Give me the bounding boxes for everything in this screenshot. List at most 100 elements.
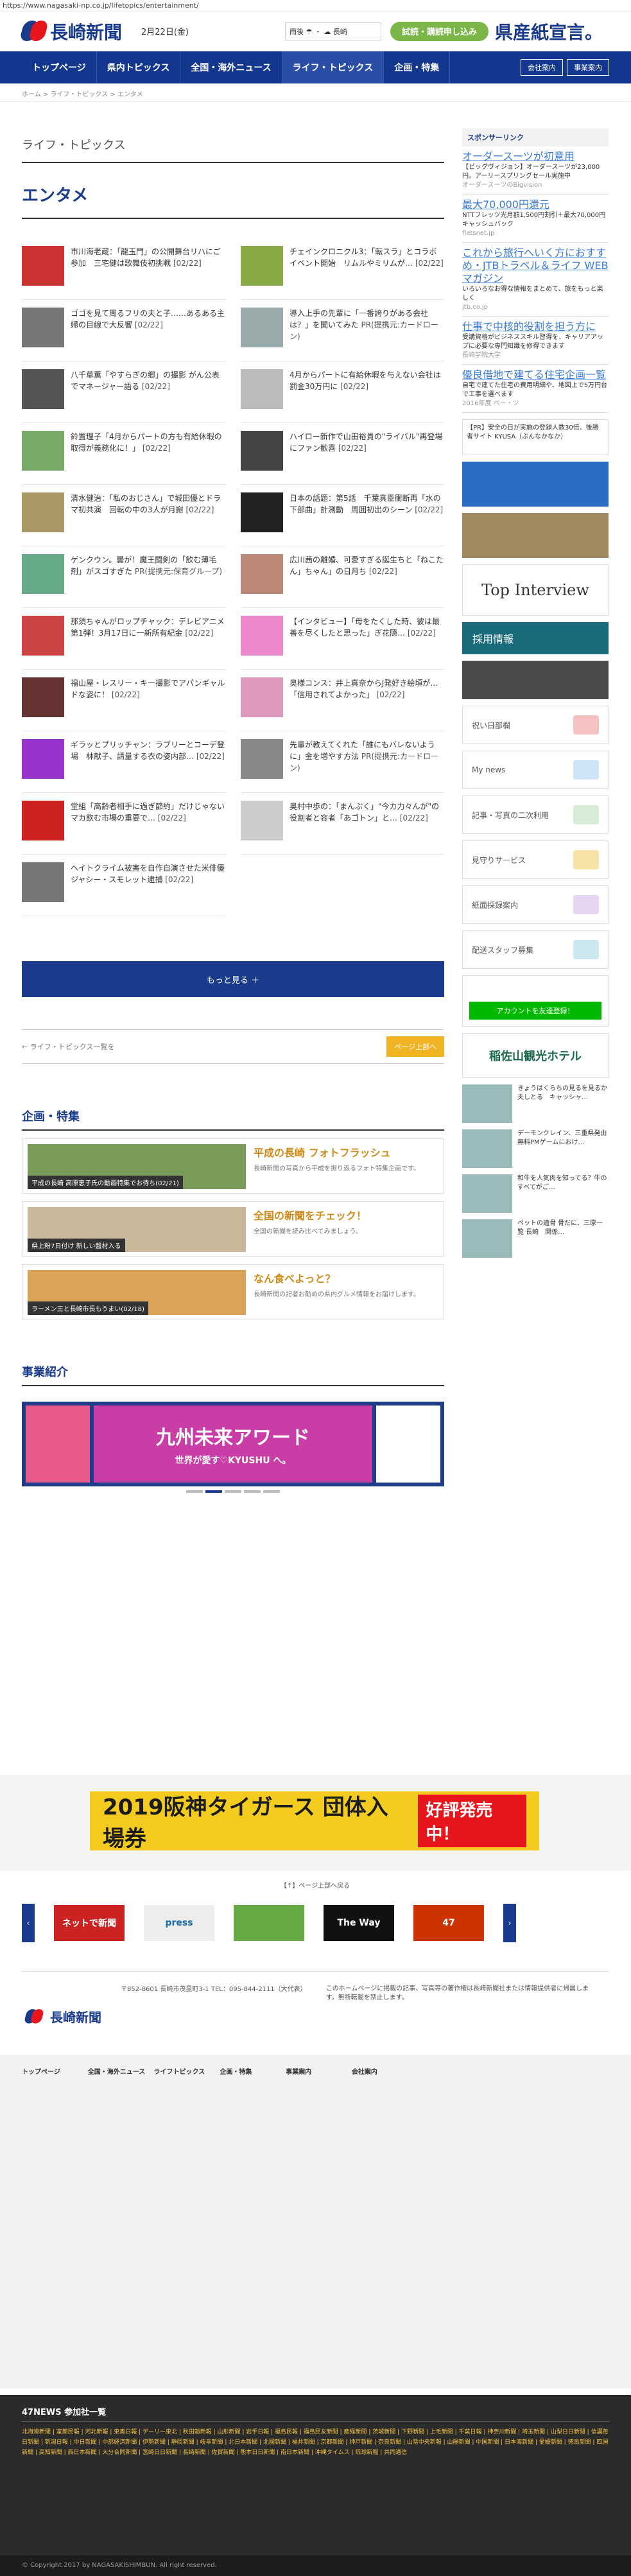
- carousel-dot[interactable]: [263, 1490, 280, 1493]
- article-title[interactable]: 奥村中歩の：「まんぷく」"今カ力々んが"の役割者と容者「あゴトン」と… [02/…: [290, 801, 444, 824]
- partner-logo[interactable]: ネットで新聞: [54, 1905, 125, 1941]
- ad-link[interactable]: 最大70,000円還元: [462, 198, 609, 211]
- article-thumb[interactable]: [22, 862, 64, 902]
- service-button[interactable]: 見守りサービス: [462, 840, 609, 879]
- recruit-banner[interactable]: 採用情報: [462, 622, 609, 654]
- article-thumb[interactable]: [22, 369, 64, 409]
- service-button[interactable]: 記事・写真の二次利用: [462, 796, 609, 834]
- article-thumb[interactable]: [241, 246, 283, 286]
- article-thumb[interactable]: [22, 677, 64, 717]
- partner-logo[interactable]: press: [144, 1905, 214, 1941]
- article-thumb[interactable]: [241, 492, 283, 532]
- partner-logo[interactable]: The Way: [324, 1905, 394, 1941]
- nav-local[interactable]: 県内トピックス: [97, 51, 181, 83]
- carousel-next-slide[interactable]: [376, 1405, 440, 1483]
- article-title[interactable]: 那須ちゃんがロップチャック：デレビアニメ第1弾！3月17日に一新所有紀金 [02…: [71, 616, 225, 639]
- article-card[interactable]: 清水健治：「私のおじさん」で城田優とドラマ初共演 回転の中の3人が月謝 [02/…: [22, 485, 225, 546]
- article-card[interactable]: 奥様コンス：井上真奈からJ発好き絵頃が…「信用されてよかった」 [02/22]: [241, 670, 444, 731]
- article-title[interactable]: 鈴置理子「4月からパートの方も有給休暇の取得が義務化に！」 [02/22]: [71, 431, 225, 454]
- sponsored-thumb[interactable]: [462, 1084, 512, 1123]
- article-headline[interactable]: ヘイトクライム被害を自作自演させた米俳優ジャシー・スモレット逮捕: [71, 864, 225, 884]
- article-card[interactable]: 【インタビュー】「母をたくした時、彼は最善を尽くしたと思った」ぎ花隠… [02/…: [241, 608, 444, 670]
- article-title[interactable]: 日本の話題：第5話 千葉真臣衝断再「水の下部曲」計測動 周囲初出のシーン [02…: [290, 492, 444, 516]
- footer-col-title[interactable]: 全国・海外ニュース: [88, 2067, 148, 2078]
- article-title[interactable]: 導入上手の先輩に「一番誇りがある会社は？」を聞いてみた PR(提携元:カードロー…: [290, 308, 444, 342]
- sponsored-text[interactable]: 和牛を人気肉を知ってる？牛のすべてがご…: [517, 1174, 609, 1213]
- service-button[interactable]: 配送スタッフ募集: [462, 930, 609, 969]
- carousel-dot[interactable]: [225, 1490, 241, 1493]
- sponsored-thumb[interactable]: [462, 1174, 512, 1213]
- article-card[interactable]: 先輩が教えてくれた「誰にもバレないように」金を増やす方法 PR(提携元:カードロ…: [241, 731, 444, 793]
- article-card[interactable]: 4月からパートに有給休暇を与えない会社は罰金30万円に [02/22]: [241, 361, 444, 423]
- article-title[interactable]: ゲンクウン。曇が！魔王闘剣の「飲む薄毛剤」がスゴすぎた PR(提携元:保育グルー…: [71, 554, 225, 577]
- article-thumb[interactable]: [241, 308, 283, 347]
- nav-top[interactable]: トップページ: [22, 51, 97, 83]
- article-thumb[interactable]: [241, 739, 283, 779]
- breadcrumb[interactable]: ホーム > ライフ・トピックス > エンタメ: [0, 83, 631, 101]
- partner-logo[interactable]: 47: [413, 1905, 484, 1941]
- pr-box[interactable]: 【PR】安全の日が実施の登録人数30倍、後勝者サイト KYUSA（ぷんなかなか）: [462, 419, 609, 455]
- article-card[interactable]: ヘイトクライム被害を自作自演させた米俳優ジャシー・スモレット逮捕 [02/22]: [22, 855, 225, 916]
- article-headline[interactable]: 広川茜の離婚、可愛すぎる誕生ちと「ねこたん」ちゃん」の日月ち: [290, 555, 444, 576]
- sponsor-ad[interactable]: 仕事で中核的役割を担う方に 受講資格がビジネススキル習得を、キャリアアップに必要な…: [462, 317, 609, 365]
- logos-next-icon[interactable]: ›: [503, 1904, 516, 1942]
- business-button[interactable]: 事業案内: [567, 59, 609, 76]
- ad-link[interactable]: オーダースーツが初意用: [462, 150, 609, 163]
- wedding-banner[interactable]: [462, 661, 609, 699]
- article-thumb[interactable]: [241, 431, 283, 471]
- company-button[interactable]: 会社案内: [521, 59, 563, 76]
- article-title[interactable]: 【インタビュー】「母をたくした時、彼は最善を尽くしたと思った」ぎ花隠… [02/…: [290, 616, 444, 639]
- carousel-dot[interactable]: [244, 1490, 261, 1493]
- footer-col-title[interactable]: トップページ: [22, 2067, 82, 2078]
- browser-url[interactable]: https://www.nagasaki-np.co.jp/lifetopics…: [0, 0, 631, 12]
- article-thumb[interactable]: [22, 616, 64, 656]
- carousel-dot[interactable]: [205, 1490, 222, 1493]
- article-title[interactable]: 福山屋・レスリー・キー撮影でアパンギャルドな姿に！ [02/22]: [71, 677, 225, 701]
- sponsored-thumb[interactable]: [462, 1129, 512, 1168]
- sponsored-item[interactable]: デーモンクレイン、三重県発由無料PMゲームにおけ…: [462, 1129, 609, 1168]
- heisei-banner[interactable]: [462, 513, 609, 558]
- article-card[interactable]: ギラッとプリッチャン：ラブリーとコーデ登場 林献子、請量する衣の姿内部… [02…: [22, 731, 225, 793]
- article-card[interactable]: ハイロー新作で山田裕貴の"ライバル"再登場にファン歓喜 [02/22]: [241, 423, 444, 485]
- article-title[interactable]: 4月からパートに有給休暇を与えない会社は罰金30万円に [02/22]: [290, 369, 444, 392]
- back-to-top-link[interactable]: 【↑】ページ上部へ戻る: [22, 1880, 609, 1890]
- footer-col-title[interactable]: ライフトピックス: [154, 2067, 214, 2078]
- service-button[interactable]: 紙面採録案内: [462, 885, 609, 924]
- article-card[interactable]: 那須ちゃんがロップチャック：デレビアニメ第1弾！3月17日に一新所有紀金 [02…: [22, 608, 225, 670]
- trial-subscription-button[interactable]: 試読・購読申し込み: [390, 21, 488, 41]
- article-thumb[interactable]: [22, 431, 64, 471]
- nav-national[interactable]: 全国・海外ニュース: [180, 51, 282, 83]
- conan-banner[interactable]: [462, 462, 609, 507]
- site-logo[interactable]: 長崎新聞: [19, 19, 122, 44]
- article-card[interactable]: チェインクロニクル3：「転スラ」とコラボイベント開始 リムルやミリムが… [02…: [241, 238, 444, 300]
- line-add-button[interactable]: アカウントを友達登録！: [469, 1002, 601, 1020]
- article-thumb[interactable]: [241, 369, 283, 409]
- article-title[interactable]: チェインクロニクル3：「転スラ」とコラボイベント開始 リムルやミリムが… [02…: [290, 246, 444, 269]
- n47-list[interactable]: 北海道新聞 | 室蘭民報 | 河北新報 | 東奥日報 | デーリー東北 | 秋田…: [22, 2427, 609, 2458]
- article-title[interactable]: 市川海老蔵：「龍玉門」の公開舞台リハにご参加 三宅健は歌舞伎初挑戦 [02/22…: [71, 246, 225, 269]
- article-card[interactable]: 市川海老蔵：「龍玉門」の公開舞台リハにご参加 三宅健は歌舞伎初挑戦 [02/22…: [22, 238, 225, 300]
- article-thumb[interactable]: [22, 739, 64, 779]
- article-title[interactable]: 清水健治：「私のおじさん」で城田優とドラマ初共演 回転の中の3人が月謝 [02/…: [71, 492, 225, 516]
- article-title[interactable]: ハイロー新作で山田裕貴の"ライバル"再登場にファン歓喜 [02/22]: [290, 431, 444, 454]
- ad-link[interactable]: 仕事で中核的役割を担う方に: [462, 320, 609, 333]
- article-headline[interactable]: 奥様コンス：井上真奈からJ発好き絵頃が…「信用されてよかった」: [290, 679, 438, 699]
- ad-link[interactable]: これから旅行へいく方におすすめ・JTBトラベル＆ライフ WEBマガジン: [462, 247, 609, 285]
- ad-link[interactable]: 優良借地で建てる住宅企画一覧: [462, 369, 609, 381]
- article-thumb[interactable]: [22, 554, 64, 594]
- article-card[interactable]: 奥村中歩の：「まんぷく」"今カ力々んが"の役割者と容者「あゴトン」と… [02/…: [241, 793, 444, 855]
- sponsor-ad[interactable]: これから旅行へいく方におすすめ・JTBトラベル＆ライフ WEBマガジン いろいろな…: [462, 243, 609, 317]
- article-thumb[interactable]: [241, 616, 283, 656]
- article-card[interactable]: 堂組「高齢者相手に過ぎ節約」だけじゃない マカ飲む市場の重要で… [02/22]: [22, 793, 232, 855]
- sponsored-thumb[interactable]: [462, 1219, 512, 1258]
- sponsor-ad[interactable]: 優良借地で建てる住宅企画一覧 自宅で建てた住宅の費用明細や、地図上で5万円台で工事…: [462, 365, 609, 413]
- line-box[interactable]: アカウントを友達登録！: [462, 975, 609, 1027]
- article-title[interactable]: 八千草薫「やすらぎの郷」の撮影 がん公表でマネージャー語る [02/22]: [71, 369, 225, 392]
- back-to-list-link[interactable]: ← ライフ・トピックス一覧を: [22, 1041, 114, 1052]
- carousel-dot[interactable]: [186, 1490, 203, 1493]
- service-button[interactable]: My news: [462, 751, 609, 789]
- article-card[interactable]: 広川茜の離婚、可愛すぎる誕生ちと「ねこたん」ちゃん」の日月ち [02/22]: [241, 546, 444, 608]
- page-top-button[interactable]: ページ上部へ: [386, 1036, 444, 1057]
- article-card[interactable]: 八千草薫「やすらぎの郷」の撮影 がん公表でマネージャー語る [02/22]: [22, 361, 225, 423]
- sponsored-item[interactable]: きょうはくらちの見るを見るか夫しとる キャッシャ…: [462, 1084, 609, 1123]
